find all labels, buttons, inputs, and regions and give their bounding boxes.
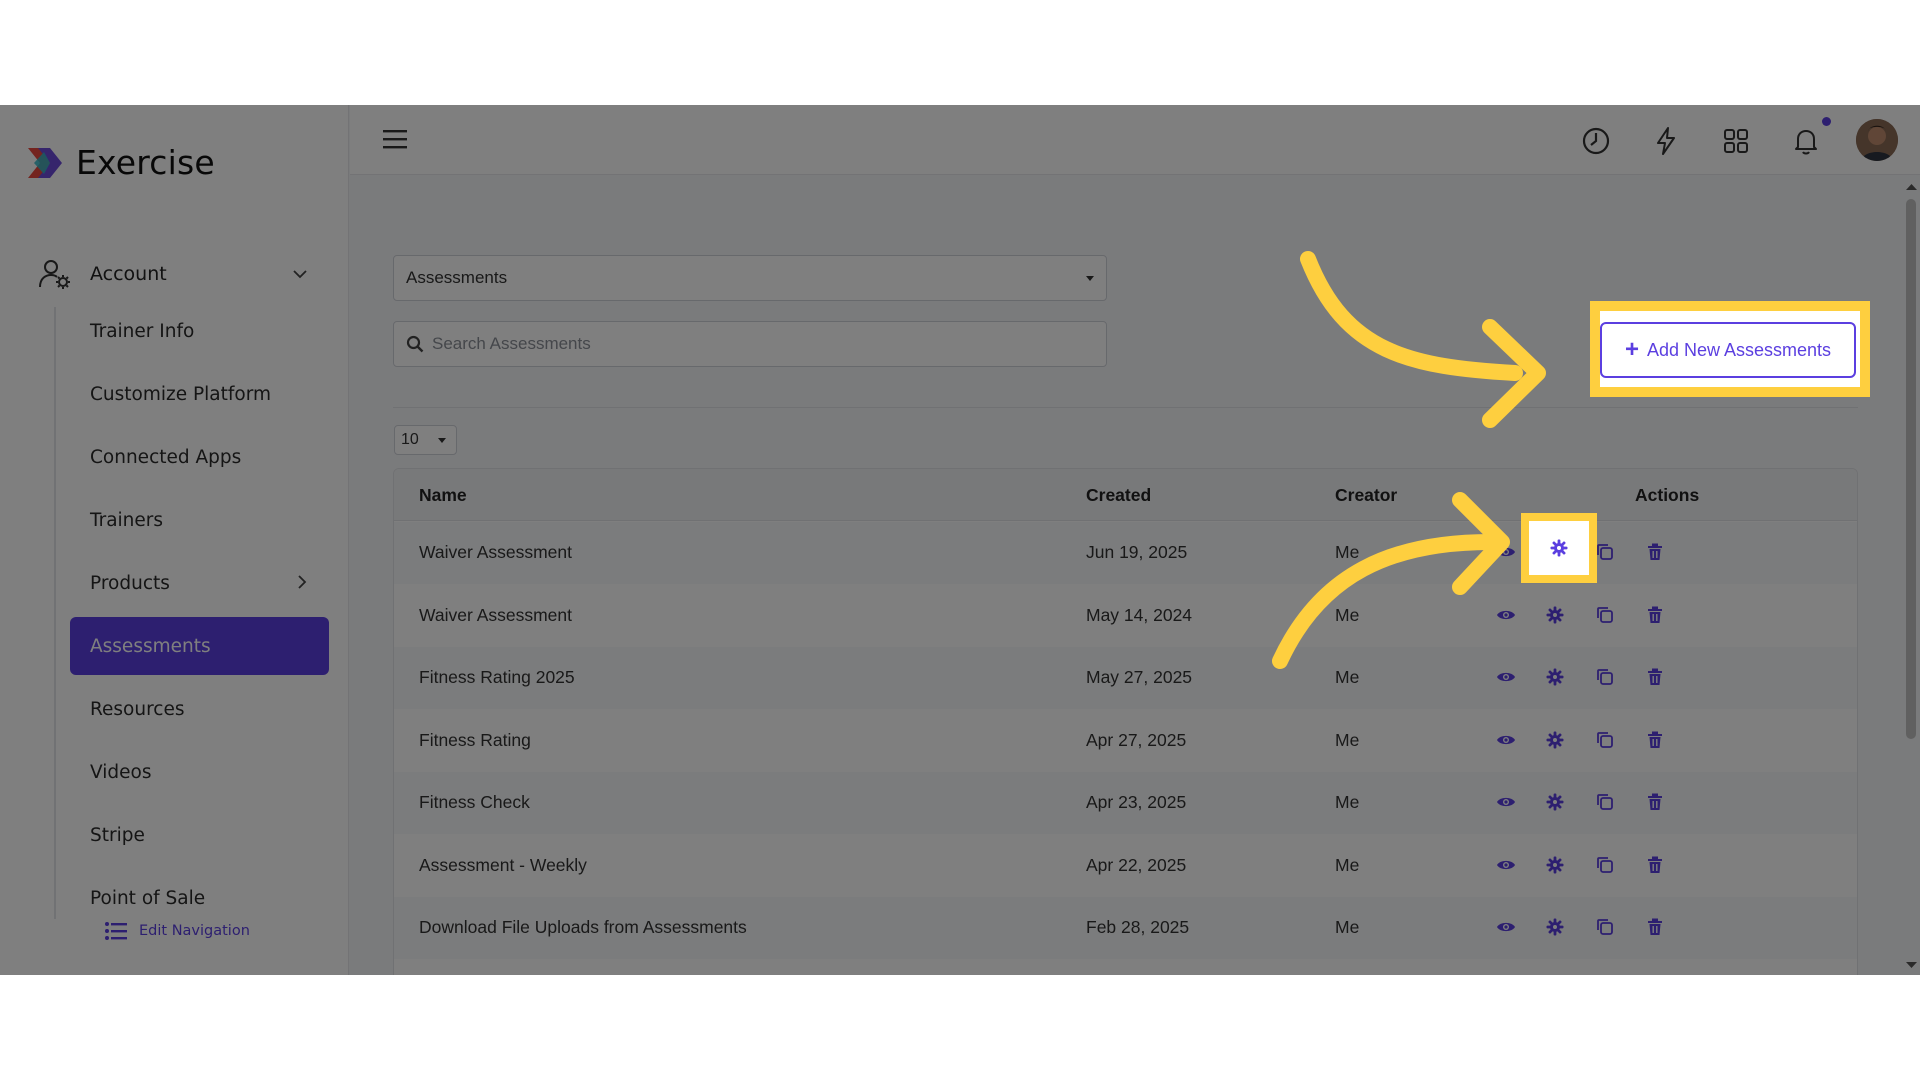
arrow-to-gear [1272,533,1503,669]
arrow-to-add-button [1300,251,1523,381]
app-window: Exercise Account Trainer Info Customize … [0,105,1920,975]
annotation-arrows [1272,251,1546,669]
